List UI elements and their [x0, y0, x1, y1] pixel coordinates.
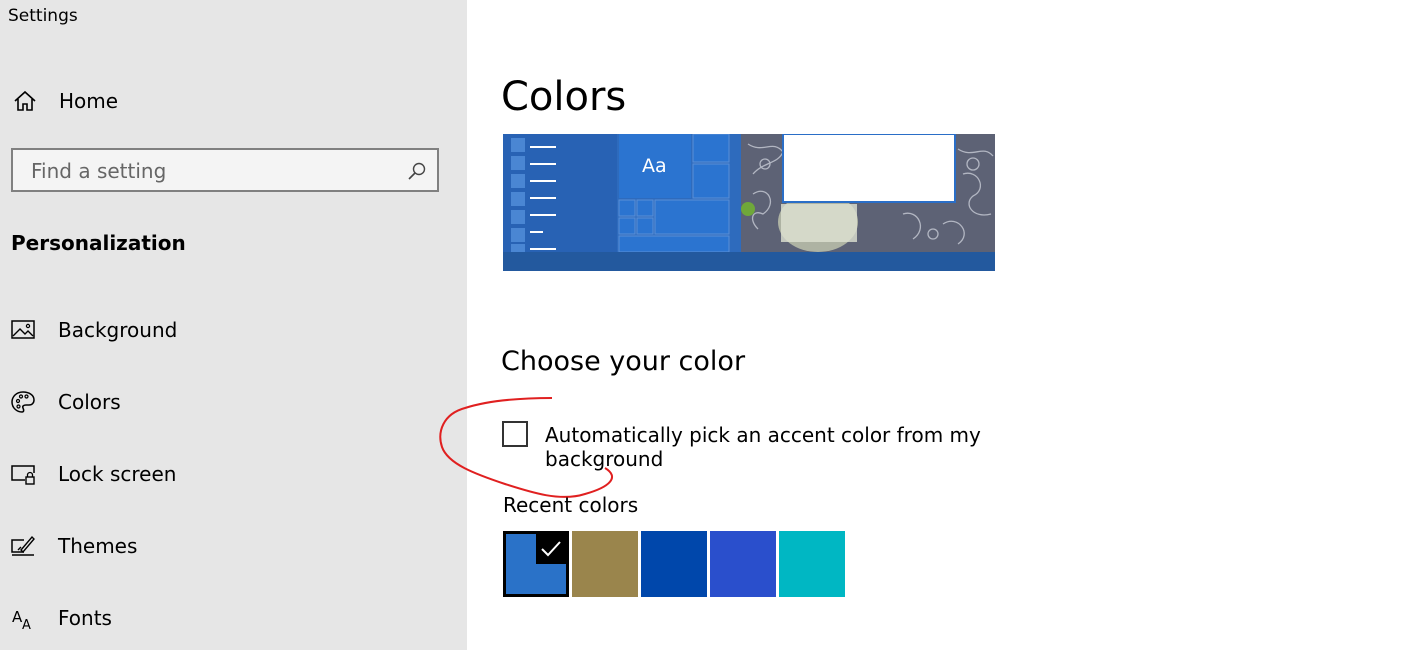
preview-sample-text: Aa [642, 155, 667, 177]
sidebar-item-label: Home [59, 89, 119, 113]
sidebar-item-colors[interactable]: Colors [0, 380, 467, 424]
svg-text:A: A [22, 618, 31, 631]
theme-preview-image: Aa [503, 134, 995, 271]
choose-color-heading: Choose your color [501, 346, 746, 377]
brush-icon [11, 535, 35, 556]
search-icon[interactable] [407, 161, 427, 181]
sidebar-item-label: Lock screen [58, 462, 177, 486]
sidebar-item-lock-screen[interactable]: Lock screen [0, 452, 467, 496]
image-icon [11, 320, 35, 339]
color-swatch-selected[interactable] [503, 531, 569, 597]
color-swatch[interactable] [641, 531, 707, 597]
sidebar-item-home[interactable]: Home [0, 82, 467, 122]
section-title: Personalization [11, 231, 186, 255]
checkmark-icon [536, 534, 566, 564]
app-title: Settings [8, 6, 78, 26]
palette-icon [11, 391, 35, 413]
home-icon [14, 90, 36, 111]
lock-screen-icon [11, 465, 35, 485]
color-swatch[interactable] [572, 531, 638, 597]
search-input[interactable] [29, 158, 403, 184]
sidebar-item-label: Themes [58, 534, 138, 558]
sidebar-item-fonts[interactable]: A A Fonts [0, 596, 467, 640]
auto-pick-accent-checkbox[interactable] [502, 421, 528, 447]
sidebar-item-label: Background [58, 318, 178, 342]
color-swatch[interactable] [710, 531, 776, 597]
auto-pick-accent-label[interactable]: Automatically pick an accent color from … [545, 423, 1082, 471]
search-box [11, 148, 439, 192]
auto-pick-accent-checkbox-row[interactable]: Automatically pick an accent color from … [502, 420, 1082, 471]
sidebar-item-background[interactable]: Background [0, 308, 467, 352]
sidebar: Settings Home Personalization Background [0, 0, 467, 650]
font-icon: A A [12, 608, 31, 631]
color-swatch[interactable] [779, 531, 845, 597]
sidebar-item-label: Fonts [58, 606, 112, 630]
page-title: Colors [501, 74, 627, 120]
sidebar-item-themes[interactable]: Themes [0, 524, 467, 568]
sidebar-item-label: Colors [58, 390, 121, 414]
theme-preview: Aa [503, 134, 995, 271]
recent-colors-label: Recent colors [503, 493, 639, 517]
